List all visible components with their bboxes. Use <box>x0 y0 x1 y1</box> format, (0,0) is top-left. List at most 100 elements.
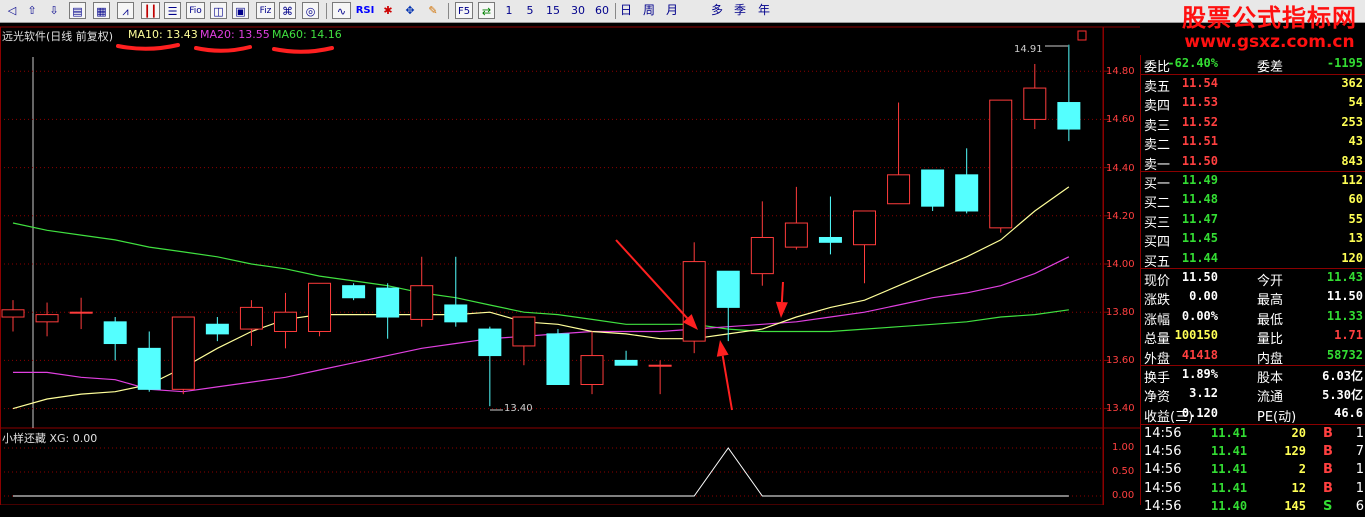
ask-price: 11.50 <box>1181 153 1218 168</box>
tick-row: 14:56 11.41 129 B 7 <box>1141 443 1365 462</box>
candle <box>887 102 911 205</box>
candle <box>989 99 1013 233</box>
tick-time: 14:56 <box>1144 480 1182 496</box>
window-restore-icon[interactable] <box>1077 30 1087 41</box>
tick-row: 14:56 11.40 145 S 6 <box>1141 498 1365 517</box>
ask-row[interactable]: 卖五 11.54 362 <box>1141 75 1365 95</box>
news-icon[interactable]: ◫ <box>210 2 227 19</box>
candle-body <box>342 285 366 299</box>
annotation-arrow <box>716 340 733 411</box>
toolbar: ◁ ⇧ ⇩ ▤ ▦ ⩘ ┃┃ ☰ Fio ◫ ▣ Fiz ⌘ ◎ ∿ RSI ✱… <box>0 0 1365 23</box>
ask-row[interactable]: 卖四 11.53 54 <box>1141 94 1365 115</box>
cycle-month[interactable]: 月 <box>664 2 680 19</box>
pen-icon[interactable]: ✎ <box>425 2 441 19</box>
chart-title: 远光软件(日线 前复权) <box>2 30 114 43</box>
ma10-label: MA10: 13.43 <box>128 28 198 41</box>
indicator-tick: 1.00 <box>1112 442 1135 453</box>
candle <box>853 210 876 284</box>
move-icon[interactable]: ✥ <box>402 2 418 19</box>
bid-row[interactable]: 买四 11.45 13 <box>1141 230 1365 250</box>
wave-chart-icon[interactable]: ∿ <box>332 2 351 19</box>
report-icon[interactable]: ▤ <box>69 2 86 19</box>
candle <box>171 316 195 395</box>
line-chart-icon[interactable]: ⩘ <box>117 2 134 19</box>
candle <box>35 302 59 337</box>
list-icon[interactable]: ☰ <box>164 2 181 19</box>
ask-volume: 54 <box>1348 95 1363 110</box>
cycle-year[interactable]: 年 <box>756 2 772 19</box>
tick-count: 6 <box>1355 498 1364 514</box>
cycle-multi[interactable]: 多 <box>709 2 725 19</box>
bid-price: 11.47 <box>1181 211 1218 226</box>
candle <box>1057 44 1081 142</box>
candle-body <box>239 306 263 330</box>
tick-time: 14:56 <box>1144 462 1182 478</box>
cycle-quarter[interactable]: 季 <box>732 2 748 19</box>
candle <box>1023 63 1047 130</box>
tick-volume: 145 <box>1284 498 1306 513</box>
ask-price: 11.51 <box>1181 134 1218 149</box>
rsi-button[interactable]: RSI <box>354 2 376 19</box>
period-15[interactable]: 15 <box>543 2 563 19</box>
period-1[interactable]: 1 <box>502 2 516 19</box>
bid-volume: 120 <box>1341 250 1363 265</box>
ask-row[interactable]: 卖三 11.52 253 <box>1141 114 1365 134</box>
wei-cha-value: -1195 <box>1326 56 1363 70</box>
bid-volume: 112 <box>1341 173 1363 187</box>
arrow-down-icon[interactable]: ⇩ <box>46 2 62 19</box>
quote-row: 总量 100150 量比 1.71 <box>1141 327 1365 347</box>
stats-value: 0.120 <box>1181 405 1218 420</box>
price-tick: 13.40 <box>1106 403 1135 414</box>
toolbar-divider <box>448 3 449 19</box>
kline-chart[interactable] <box>0 22 1140 505</box>
high-price-label: 14.91 <box>1014 44 1043 55</box>
candle-body <box>308 282 332 332</box>
annotation-arrow <box>775 281 788 318</box>
candle-body <box>648 364 672 367</box>
watermark: 股票公式指标网 www.gsxz.com.cn <box>1182 4 1357 52</box>
quote-label: 今开 <box>1257 274 1284 289</box>
refresh-icon[interactable]: ✱ <box>380 2 396 19</box>
ask-row[interactable]: 卖二 11.51 43 <box>1141 133 1365 153</box>
f12-icon[interactable]: Fiz <box>256 2 275 19</box>
cycle-day[interactable]: 日 <box>618 2 634 19</box>
candle <box>478 326 502 407</box>
bid-row[interactable]: 买五 11.44 120 <box>1141 250 1365 270</box>
ask-label: 卖四 <box>1144 99 1171 115</box>
bid-row[interactable]: 买一 11.49 112 <box>1141 172 1365 192</box>
stats-row: 收益(三) 0.120 PE(动) 46.6 <box>1141 405 1365 425</box>
ask-volume: 253 <box>1341 114 1363 129</box>
ask-volume: 43 <box>1348 134 1363 149</box>
f10-icon[interactable]: Fio <box>186 2 205 19</box>
tick-side: B <box>1323 444 1333 460</box>
toolbar-divider <box>326 3 327 19</box>
candle <box>784 186 808 250</box>
candle-body <box>444 304 468 323</box>
chart-analysis-icon[interactable]: ⌘ <box>279 2 296 19</box>
period-5[interactable]: 5 <box>523 2 537 19</box>
bid-row[interactable]: 买二 11.48 60 <box>1141 191 1365 211</box>
period-30[interactable]: 30 <box>568 2 588 19</box>
ma60-underline <box>272 46 334 54</box>
ask-row[interactable]: 卖一 11.50 843 <box>1141 153 1365 173</box>
switch-icon[interactable]: ⇄ <box>478 2 495 19</box>
document-icon[interactable]: ▣ <box>232 2 249 19</box>
arrow-up-icon[interactable]: ⇧ <box>24 2 40 19</box>
cycle-week[interactable]: 周 <box>641 2 657 19</box>
tick-side: B <box>1323 462 1333 478</box>
price-tick: 14.60 <box>1106 114 1135 125</box>
quote-label: 内盘 <box>1257 351 1284 367</box>
period-60[interactable]: 60 <box>592 2 612 19</box>
kline-icon[interactable]: ┃┃ <box>141 2 160 19</box>
table-icon[interactable]: ▦ <box>93 2 110 19</box>
circle-icon[interactable]: ◎ <box>302 2 319 19</box>
price-tick: 14.40 <box>1106 163 1135 174</box>
ma10-underline <box>116 43 180 51</box>
quote-row: 涨幅 0.00% 最低 11.33 <box>1141 308 1365 328</box>
candle-body <box>921 169 945 207</box>
ask-label: 卖三 <box>1144 118 1171 134</box>
bid-row[interactable]: 买三 11.47 55 <box>1141 211 1365 231</box>
f5-button[interactable]: F5 <box>455 2 473 19</box>
candle <box>648 360 672 395</box>
back-icon[interactable]: ◁ <box>4 2 20 19</box>
